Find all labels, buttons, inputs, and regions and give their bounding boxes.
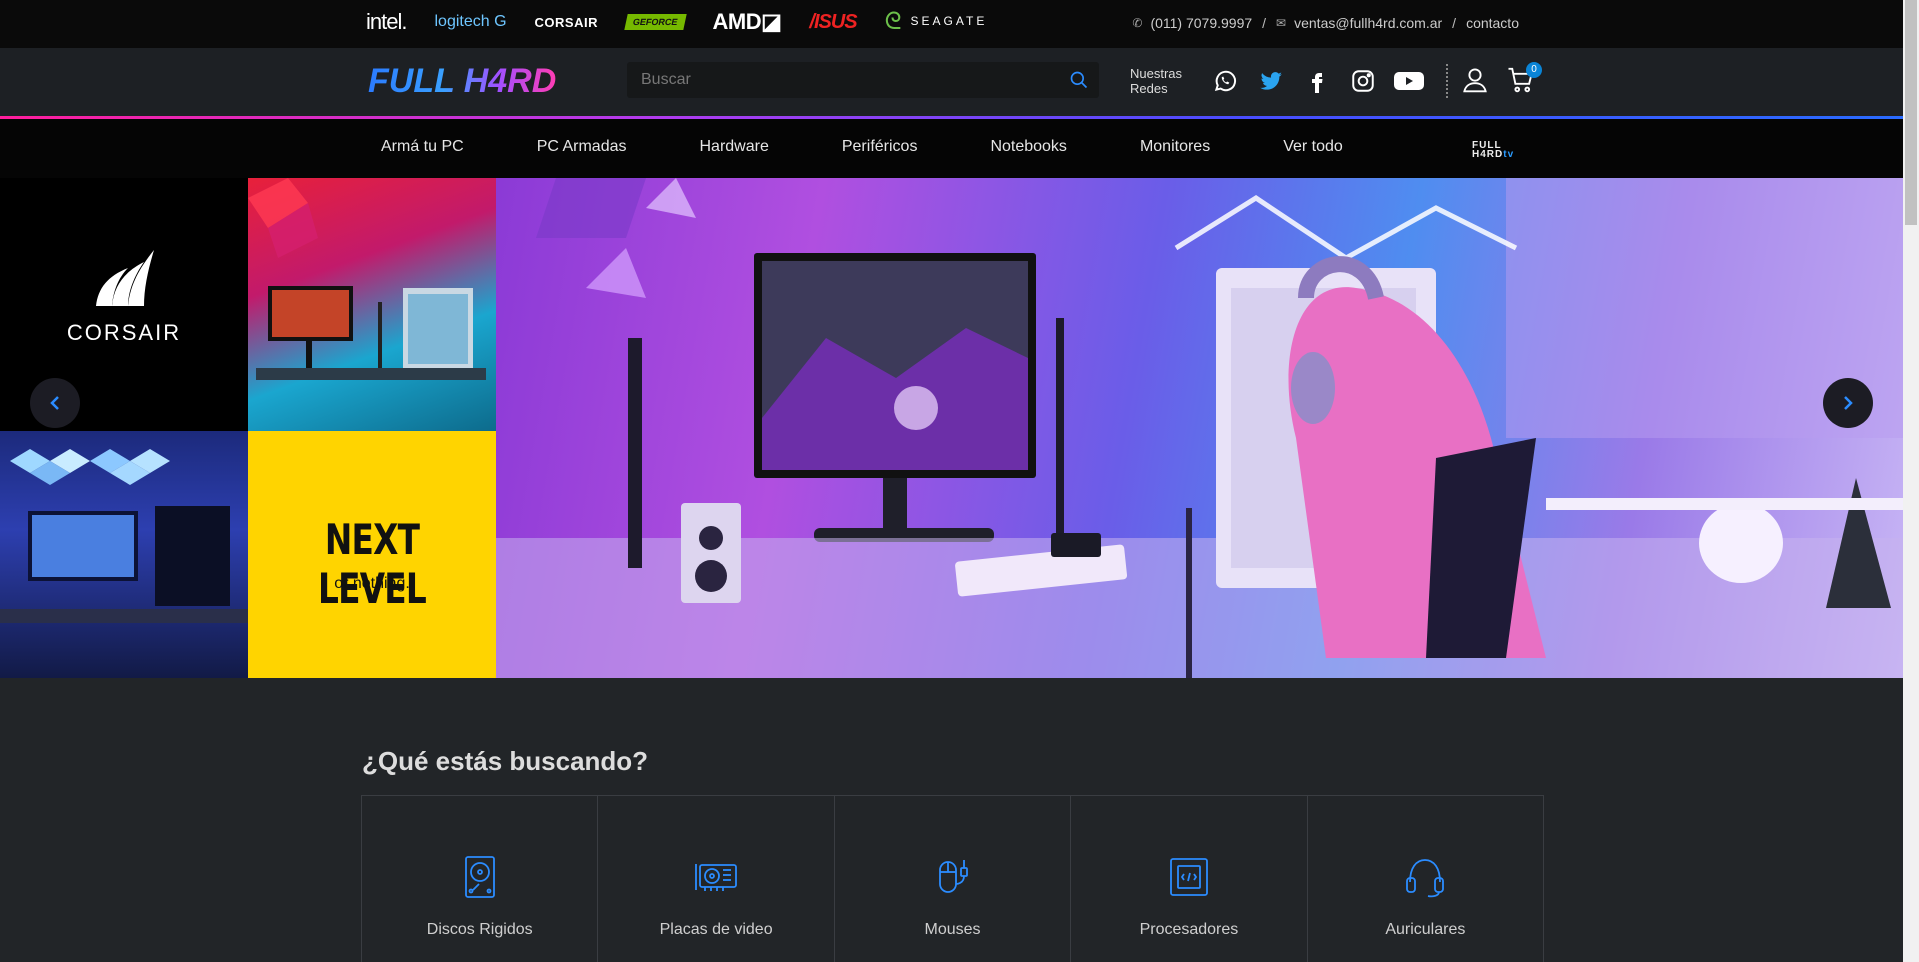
brand-intel-logo[interactable]: intel. xyxy=(366,9,407,35)
top-brand-bar: intel. logitech G CORSAIR GEFORCE AMD◪ /… xyxy=(0,0,1903,48)
brand-logos: intel. logitech G CORSAIR GEFORCE AMD◪ /… xyxy=(366,0,987,44)
search-input[interactable] xyxy=(627,62,1099,98)
brand-geforce-logo[interactable]: GEFORCE xyxy=(624,14,687,30)
mail-icon: ✉ xyxy=(1276,16,1287,30)
promo-slogan: NEXT LEVEL xyxy=(318,515,427,613)
facebook-icon[interactable] xyxy=(1301,65,1333,97)
chevron-left-icon xyxy=(50,396,59,410)
tv-logo-suffix: tv xyxy=(1503,149,1515,160)
nav-item-notebooks[interactable]: Notebooks xyxy=(990,138,1067,156)
gamer-setup-illustration xyxy=(496,178,1903,678)
search-icon[interactable] xyxy=(1069,70,1089,90)
email-link[interactable]: ventas@fullh4rd.com.ar xyxy=(1294,15,1442,31)
categories-heading: ¿Qué estás buscando? xyxy=(362,746,649,776)
tv-logo-line2: H4RD xyxy=(1472,149,1504,160)
instagram-icon[interactable] xyxy=(1347,65,1379,97)
setup-illustration xyxy=(0,449,248,623)
social-label-line2: Redes xyxy=(1130,81,1168,96)
brand-amd-logo[interactable]: AMD◪ xyxy=(713,9,782,35)
social-links xyxy=(1209,65,1425,97)
brand-seagate-logo[interactable]: ᘓ SEAGATE xyxy=(885,8,988,36)
category-label: Discos Rigidos xyxy=(426,921,533,938)
category-grid: Discos Rigidos Placas de video Mouses Pr… xyxy=(361,795,1544,962)
site-logo[interactable]: FULL H4RD xyxy=(368,62,556,101)
category-label: Placas de video xyxy=(659,921,773,938)
cpu-icon xyxy=(1170,858,1208,896)
brand-logitech-logo[interactable]: logitech G xyxy=(434,13,506,31)
nav-item-arma-tu-pc[interactable]: Armá tu PC xyxy=(381,138,464,156)
seagate-swirl-icon: ᘓ xyxy=(884,8,905,35)
category-label: Procesadores xyxy=(1139,921,1239,938)
contact-info: ✆ (011) 7079.9997 / ✉ ventas@fullh4rd.co… xyxy=(1132,15,1519,31)
setup-illustration xyxy=(248,178,486,380)
nav-item-pc-armadas[interactable]: PC Armadas xyxy=(537,138,627,156)
header-divider xyxy=(1446,64,1448,98)
cart-count-badge: 0 xyxy=(1526,62,1542,78)
mouse-icon xyxy=(938,860,968,893)
category-discos-rigidos[interactable]: Discos Rigidos xyxy=(362,796,599,962)
headphones-icon xyxy=(1406,859,1445,898)
category-label: Mouses xyxy=(924,921,981,938)
twitter-icon[interactable] xyxy=(1255,65,1287,97)
carousel-next-button[interactable] xyxy=(1823,378,1873,428)
category-auriculares[interactable]: Auriculares xyxy=(1308,796,1543,962)
seagate-wordmark: SEAGATE xyxy=(910,14,988,29)
hero-main-image[interactable] xyxy=(496,178,1903,678)
nav-items: Armá tu PC PC Armadas Hardware Periféric… xyxy=(381,138,1343,156)
nav-item-ver-todo[interactable]: Ver todo xyxy=(1283,138,1343,156)
separator: / xyxy=(1262,15,1267,31)
phone-icon: ✆ xyxy=(1132,16,1143,30)
nav-item-perifericos[interactable]: Periféricos xyxy=(842,138,918,156)
user-account-icon[interactable] xyxy=(1460,65,1490,95)
category-mouses[interactable]: Mouses xyxy=(835,796,1072,962)
social-label: Nuestras Redes xyxy=(1130,66,1182,96)
site-header: FULL H4RD Nuestras Redes 0 xyxy=(0,48,1903,116)
corsair-wordmark: CORSAIR xyxy=(66,320,182,345)
fullh4rd-tv-logo[interactable]: FULL H4RDtv xyxy=(1472,141,1520,161)
promo-subslogan: or nothing. xyxy=(334,575,410,592)
hero-carousel: CORSAIR NEXT LEVEL or nothing. xyxy=(0,178,1903,678)
gaming-setup-image-red xyxy=(248,178,496,431)
nav-item-hardware[interactable]: Hardware xyxy=(700,138,769,156)
category-placas-de-video[interactable]: Placas de video xyxy=(598,796,835,962)
graphics-card-icon xyxy=(695,864,738,891)
next-level-promo-tile: NEXT LEVEL or nothing. xyxy=(248,431,496,678)
scrollbar-thumb[interactable] xyxy=(1905,0,1917,225)
whatsapp-icon[interactable] xyxy=(1209,65,1241,97)
youtube-icon[interactable] xyxy=(1393,65,1425,97)
category-label: Auriculares xyxy=(1385,921,1466,938)
search-box xyxy=(627,62,1099,98)
chevron-right-icon xyxy=(1844,396,1853,410)
separator: / xyxy=(1452,15,1457,31)
carousel-prev-button[interactable] xyxy=(30,378,80,428)
category-procesadores[interactable]: Procesadores xyxy=(1071,796,1308,962)
corsair-sails-icon xyxy=(96,250,154,306)
phone-number[interactable]: (011) 7079.9997 xyxy=(1150,15,1252,31)
hard-drive-icon xyxy=(464,856,495,898)
social-label-line1: Nuestras xyxy=(1130,66,1183,81)
brand-corsair-logo[interactable]: CORSAIR xyxy=(535,15,598,30)
brand-asus-logo[interactable]: /ISUS xyxy=(809,11,857,34)
gaming-setup-image-blue xyxy=(0,431,248,678)
contact-link[interactable]: contacto xyxy=(1466,15,1519,31)
nav-item-monitores[interactable]: Monitores xyxy=(1140,138,1210,156)
main-nav: Armá tu PC PC Armadas Hardware Periféric… xyxy=(0,119,1903,178)
